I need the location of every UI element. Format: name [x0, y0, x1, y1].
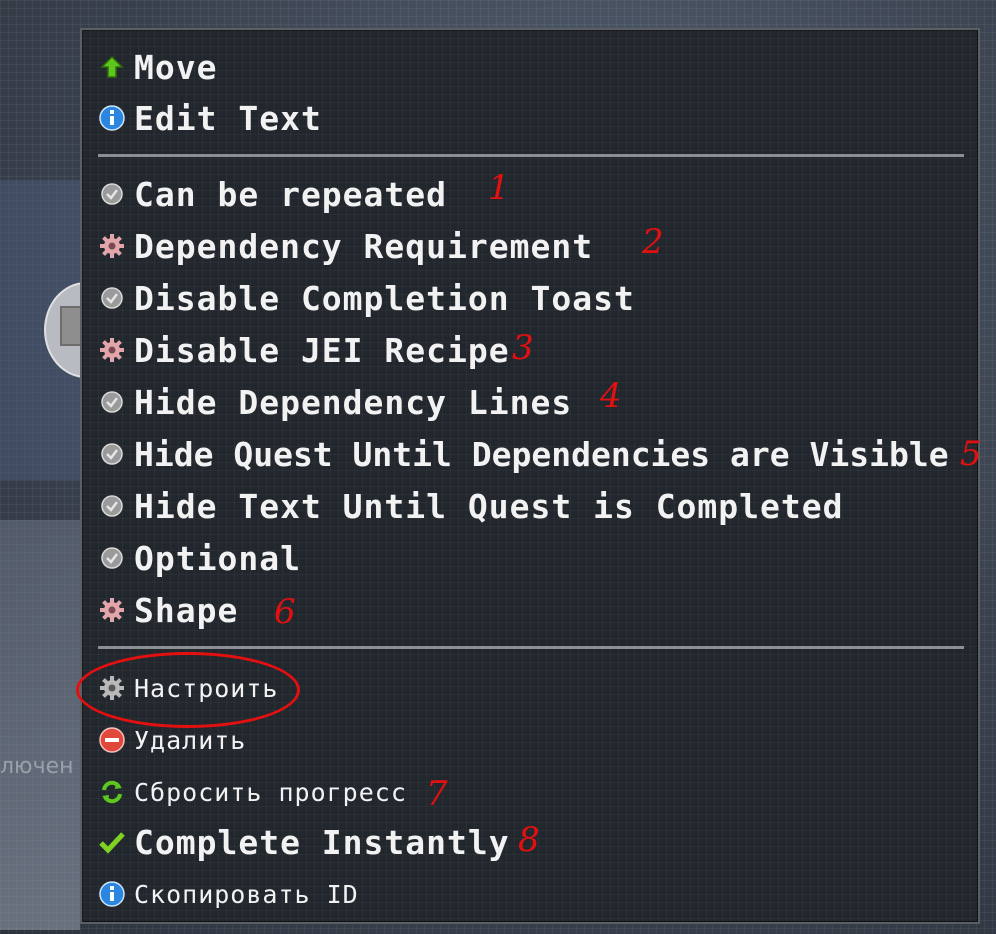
menu-item-label: Disable JEI Recipe	[134, 330, 510, 370]
menu-item-optional[interactable]: Optional	[98, 536, 301, 580]
menu-item-disable-jei-recipe[interactable]: Disable JEI Recipe	[98, 328, 510, 372]
annotation-number: 2	[642, 222, 664, 262]
menu-item-label: Can be repeated	[134, 174, 448, 214]
background-text-fragment: лючен	[0, 754, 74, 779]
menu-item-label: Complete Instantly	[134, 822, 510, 862]
menu-item-copy-id[interactable]: Скопировать ID	[98, 872, 359, 916]
background-tile-region	[0, 520, 80, 930]
menu-item-hide-text-until-completed[interactable]: Hide Text Until Quest is Completed	[98, 484, 844, 528]
menu-item-label: Сбросить прогресс	[134, 777, 407, 807]
checkmark-icon	[98, 828, 126, 856]
toggle-grey-icon	[98, 180, 126, 208]
toggle-grey-icon	[98, 492, 126, 520]
menu-item-label: Hide Dependency Lines	[134, 382, 573, 422]
menu-item-label: Удалить	[134, 725, 247, 755]
menu-item-dependency-requirement[interactable]: Dependency Requirement	[98, 224, 593, 268]
toggle-grey-icon	[98, 388, 126, 416]
annotation-number: 6	[274, 592, 296, 632]
annotation-number: 1	[488, 168, 510, 208]
menu-item-move[interactable]: Move	[98, 45, 217, 89]
menu-separator	[98, 154, 964, 157]
menu-item-edit-text[interactable]: Edit Text	[98, 96, 322, 140]
annotation-number: 5	[960, 434, 982, 474]
menu-separator	[98, 646, 964, 649]
menu-item-disable-completion-toast[interactable]: Disable Completion Toast	[98, 276, 635, 320]
menu-item-label: Optional	[134, 538, 301, 578]
annotation-number: 3	[512, 328, 534, 368]
toggle-grey-icon	[98, 440, 126, 468]
info-icon	[98, 104, 126, 132]
annotation-number: 7	[426, 774, 448, 814]
menu-item-label: Disable Completion Toast	[134, 278, 635, 318]
menu-item-label: Hide Text Until Quest is Completed	[134, 486, 844, 526]
toggle-grey-icon	[98, 284, 126, 312]
menu-item-label: Скопировать ID	[134, 879, 359, 909]
menu-item-label: Edit Text	[134, 98, 322, 138]
info-icon	[98, 880, 126, 908]
menu-item-label: Hide Quest Until Dependencies are Visibl…	[134, 434, 949, 474]
menu-item-label: Dependency Requirement	[134, 226, 594, 266]
menu-item-hide-quest-until-deps-visible[interactable]: Hide Quest Until Dependencies are Visibl…	[98, 432, 949, 476]
delete-icon	[98, 726, 126, 754]
menu-item-label: Move	[134, 47, 218, 87]
menu-item-reset-progress[interactable]: Сбросить прогресс	[98, 770, 407, 814]
menu-item-label: Shape	[134, 590, 239, 630]
gear-pink-icon	[98, 232, 126, 260]
gear-pink-icon	[98, 336, 126, 364]
reset-progress-icon	[98, 778, 126, 806]
toggle-grey-icon	[98, 544, 126, 572]
menu-item-can-be-repeated[interactable]: Can be repeated	[98, 172, 447, 216]
gear-pink-icon	[98, 596, 126, 624]
annotation-number: 8	[518, 820, 540, 860]
menu-item-shape[interactable]: Shape	[98, 588, 238, 632]
green-up-arrow-icon	[98, 53, 126, 81]
menu-item-hide-dependency-lines[interactable]: Hide Dependency Lines	[98, 380, 572, 424]
annotation-circle	[76, 652, 300, 728]
quest-context-menu: Move Edit Text Can be repeated Dependenc…	[76, 28, 982, 924]
annotation-number: 4	[600, 376, 622, 416]
menu-item-complete-instantly[interactable]: Complete Instantly	[98, 820, 510, 864]
